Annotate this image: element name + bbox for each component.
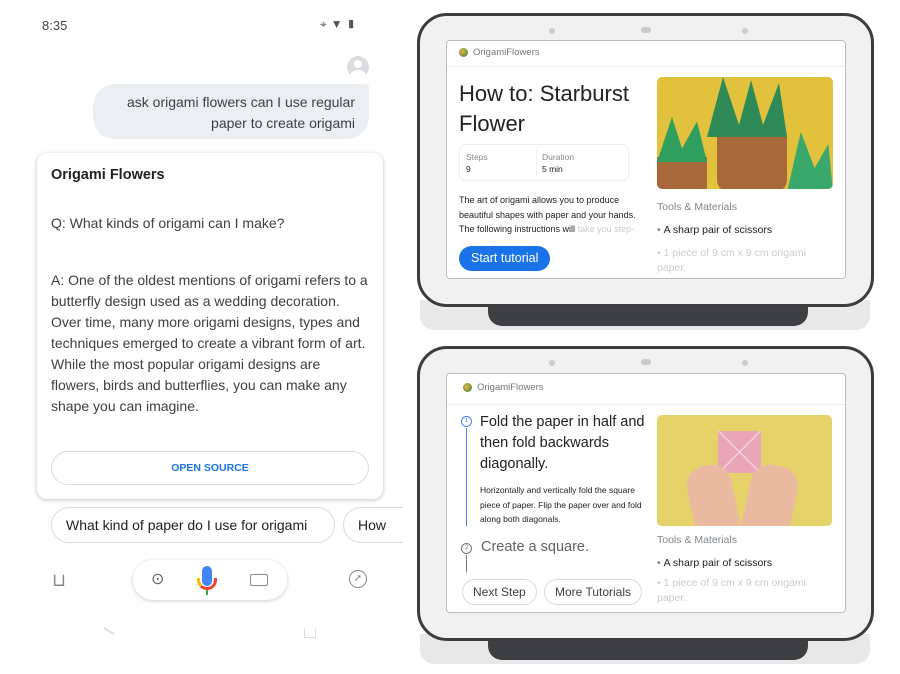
step1-text: Horizontally and vertically fold the squ… xyxy=(480,485,642,524)
steps-value: 9 xyxy=(466,164,471,174)
status-time: 8:35 xyxy=(42,18,68,33)
brand-logo-icon xyxy=(459,48,468,57)
folding-image xyxy=(657,415,832,526)
location-icon: ⌖ xyxy=(320,17,331,31)
tutorial-title: How to: Starburst Flower xyxy=(459,81,629,136)
lens-icon[interactable]: ⊙ xyxy=(151,569,164,589)
wifi-icon: ▼ xyxy=(330,17,347,31)
open-source-button[interactable]: OPEN SOURCE xyxy=(51,451,369,485)
home-nav-icon[interactable] xyxy=(304,628,316,638)
start-tutorial-button[interactable]: Start tutorial xyxy=(459,246,551,271)
step1-title: Fold the paper in half and then fold bac… xyxy=(480,414,645,472)
camera-icon xyxy=(641,359,651,365)
tutorial-stats: Steps 9 Duration 5 min xyxy=(459,144,629,181)
tool-item: • 1 piece of 9 cm x 9 cm origami paper. xyxy=(657,247,806,274)
avatar[interactable] xyxy=(347,56,369,78)
keyboard-icon[interactable] xyxy=(250,574,268,586)
updates-icon[interactable]: ⊔ xyxy=(52,570,66,591)
more-tutorials-button[interactable]: More Tutorials xyxy=(544,579,643,605)
card-answer: A: One of the oldest mentions of origami… xyxy=(51,272,368,414)
suggestion-chip[interactable]: What kind of paper do I use for origami xyxy=(51,507,335,543)
step-number-1: 1 xyxy=(461,416,472,427)
brand-name: OrigamiFlowers xyxy=(477,382,544,393)
step2-title: Create a square. xyxy=(481,539,590,555)
card-question: Q: What kinds of origami can I make? xyxy=(51,215,285,231)
explore-icon[interactable]: ➚ xyxy=(349,570,367,588)
answer-card: Origami Flowers Q: What kinds of origami… xyxy=(37,153,383,499)
camera-icon xyxy=(641,27,651,33)
flower-image xyxy=(657,77,833,189)
tool-item: • 1 piece of 9 cm x 9 cm origami paper. xyxy=(657,577,806,604)
brand-name: OrigamiFlowers xyxy=(473,47,540,58)
battery-icon: ▮ xyxy=(346,17,360,31)
tools-title: Tools & Materials xyxy=(657,534,737,546)
tool-item: • A sharp pair of scissors xyxy=(657,224,773,236)
display-screen-2: OrigamiFlowers 1 Fold the paper in half … xyxy=(446,373,846,613)
suggestion-chip[interactable]: How xyxy=(343,507,403,543)
speaker-base xyxy=(488,304,808,326)
card-title: Origami Flowers xyxy=(51,167,165,183)
assistant-input-bar: ⊙ xyxy=(133,560,287,600)
next-step-button[interactable]: Next Step xyxy=(462,579,537,605)
status-icons: ⌖▼▮ xyxy=(320,17,360,32)
speaker-base xyxy=(488,638,808,660)
brand-logo-icon xyxy=(463,383,472,392)
duration-value: 5 min xyxy=(542,164,563,174)
tools-title: Tools & Materials xyxy=(657,201,737,213)
display-screen-1: OrigamiFlowers How to: Starburst Flower … xyxy=(446,40,846,279)
user-query-bubble: ask origami flowers can I use regular pa… xyxy=(93,84,369,139)
tool-item: • A sharp pair of scissors xyxy=(657,557,773,569)
step-number-2: 2 xyxy=(461,543,472,554)
